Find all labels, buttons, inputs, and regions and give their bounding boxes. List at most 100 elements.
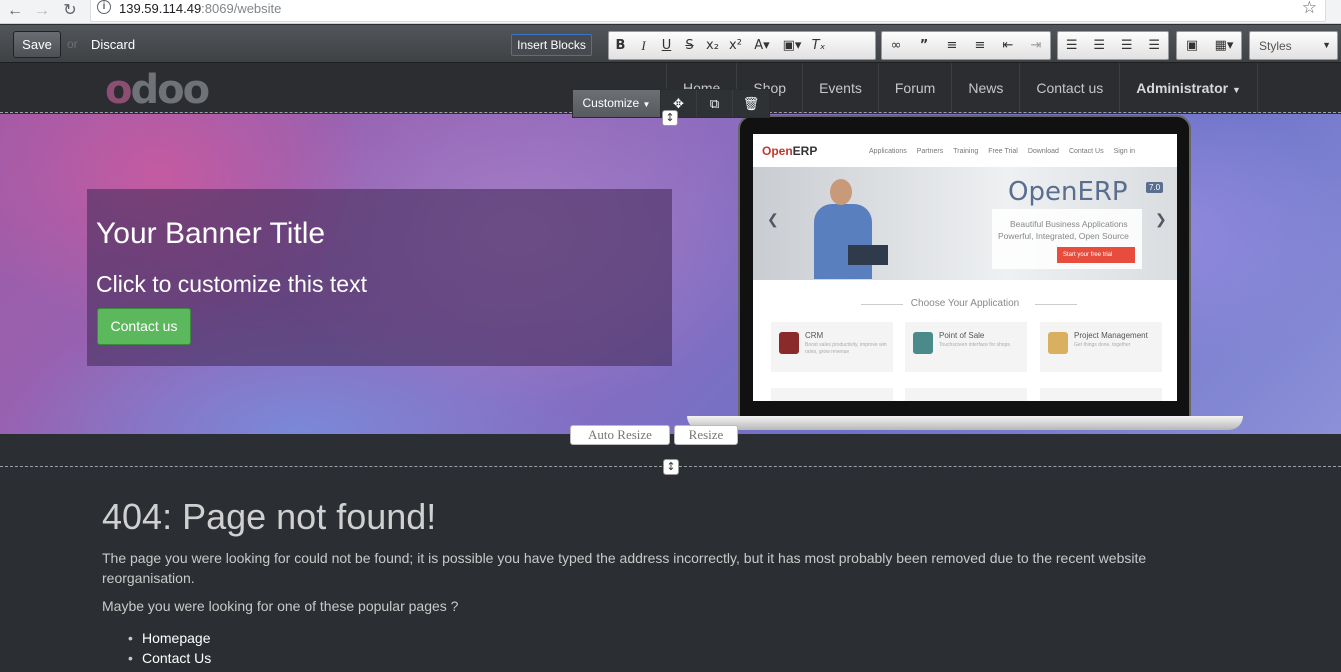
outdent-icon[interactable]: ⇤ <box>994 32 1022 59</box>
person-illustration <box>808 179 888 279</box>
underline-icon[interactable]: U <box>655 32 678 59</box>
paragraph-group: ∞ ” ≡ ≡ ⇤ ⇥ <box>881 31 1051 60</box>
odoo-logo[interactable]: odoo <box>105 67 210 113</box>
auto-resize-button[interactable]: Auto Resize <box>570 425 670 445</box>
superscript-icon[interactable]: x² <box>724 32 747 59</box>
hero-card: Beautiful Business Applications Powerful… <box>992 209 1142 269</box>
discard-button[interactable]: Discard <box>91 37 135 52</box>
subscript-icon[interactable]: x₂ <box>701 32 724 59</box>
align-center-icon[interactable]: ☰ <box>1086 32 1114 59</box>
text-format-group: B I U S x₂ x² A▾ ▣▾ Tₓ <box>608 31 876 60</box>
screen-nav-item: Partners <box>916 148 944 155</box>
reload-icon[interactable]: ↻ <box>60 1 80 21</box>
align-group: ☰ ☰ ☰ ☰ <box>1057 31 1169 60</box>
resize-handle-bottom[interactable]: ↕ <box>663 459 679 475</box>
app-desc: Touchscreen interface for shops <box>939 342 1010 348</box>
forward-arrow-icon[interactable]: → <box>32 1 52 21</box>
screen-nav-item: Applications <box>869 148 907 155</box>
banner-section[interactable]: Your Banner Title Click to customize thi… <box>0 114 1341 434</box>
caret-down-icon: ▼ <box>1231 85 1241 95</box>
bookmark-star-icon[interactable]: ☆ <box>1302 0 1317 18</box>
url-path: :8069/website <box>201 1 282 16</box>
styles-dropdown[interactable]: Styles ▼ <box>1249 31 1338 60</box>
table-icon[interactable]: ▦▾ <box>1207 32 1241 59</box>
clear-format-icon[interactable]: Tₓ <box>807 32 830 59</box>
customize-button[interactable]: Customize ▼ <box>573 90 661 117</box>
menu-item-forum[interactable]: Forum <box>877 63 951 113</box>
choose-line-right <box>1035 304 1077 305</box>
screen-hero: OpenERP 7.0 Beautiful Business Applicati… <box>753 167 1177 280</box>
banner-caption-box[interactable]: Your Banner Title Click to customize thi… <box>87 189 672 366</box>
screen-brand: OpenERP <box>1008 177 1128 207</box>
screen-nav-item: Download <box>1027 148 1059 155</box>
resize-button[interactable]: Resize <box>674 425 738 445</box>
admin-dropdown[interactable]: Administrator ▼ <box>1119 63 1258 113</box>
app-card-row2 <box>905 388 1027 401</box>
insert-blocks-button[interactable]: Insert Blocks <box>511 34 592 56</box>
app-desc: Boost sales productivity, improve win ra… <box>805 342 887 355</box>
menu-item-news[interactable]: News <box>951 63 1019 113</box>
numbered-list-icon[interactable]: ≡ <box>966 32 994 59</box>
choose-app-heading: Choose Your Application <box>910 298 1020 309</box>
app-card-project: Project Management Get things done, toge… <box>1040 322 1162 372</box>
background-color-icon[interactable]: ▣▾ <box>777 32 807 59</box>
chevron-right-icon: ❯ <box>1155 211 1167 227</box>
quote-icon[interactable]: ” <box>910 32 938 59</box>
strikethrough-icon[interactable]: S <box>678 32 701 59</box>
editor-toolbar: Save or Discard Insert Blocks B I U S x₂… <box>0 25 1341 63</box>
laptop-image: OpenERP Applications Partners Training F… <box>738 115 1191 420</box>
popular-pages-list: Homepage Contact Us <box>128 628 211 668</box>
person-laptop <box>848 245 888 265</box>
duplicate-icon[interactable]: ⧉ <box>697 90 733 117</box>
bullet-list-icon[interactable]: ≡ <box>938 32 966 59</box>
link-homepage[interactable]: Homepage <box>128 628 211 648</box>
trash-icon[interactable]: 🗑 <box>733 90 769 117</box>
bold-icon[interactable]: B <box>609 32 632 59</box>
admin-label: Administrator <box>1136 80 1229 96</box>
link-icon[interactable]: ∞ <box>882 32 910 59</box>
tagline-1: Beautiful Business Applications <box>1010 219 1128 229</box>
url-text[interactable]: 139.59.114.49:8069/website <box>119 1 281 16</box>
screen-nav: Applications Partners Training Free Tria… <box>869 148 1135 155</box>
screen-nav-item: Sign in <box>1113 148 1135 155</box>
save-button[interactable]: Save <box>13 31 61 58</box>
pos-icon <box>913 332 933 354</box>
openerp-logo: OpenERP <box>762 144 817 158</box>
italic-icon[interactable]: I <box>632 32 655 59</box>
error-description: The page you were looking for could not … <box>102 550 1147 586</box>
justify-icon[interactable]: ☰ <box>1141 32 1169 59</box>
back-arrow-icon[interactable]: ← <box>5 1 25 21</box>
page-title: 404: Page not found! <box>102 496 437 537</box>
logo-suffix: ERP <box>792 144 818 158</box>
contact-us-button[interactable]: Contact us <box>97 308 191 345</box>
app-desc: Get things done, together <box>1074 342 1131 348</box>
banner-subtitle[interactable]: Click to customize this text <box>96 271 367 298</box>
font-color-icon[interactable]: A▾ <box>747 32 777 59</box>
browser-toolbar: ← → ↻ i 139.59.114.49:8069/website ☆ <box>0 0 1341 24</box>
styles-label: Styles <box>1259 39 1292 53</box>
screen-nav-item: Training <box>953 148 979 155</box>
address-bar[interactable]: i 139.59.114.49:8069/website ☆ <box>90 0 1326 22</box>
banner-title[interactable]: Your Banner Title <box>96 217 325 251</box>
indent-icon[interactable]: ⇥ <box>1022 32 1050 59</box>
person-body <box>814 204 872 279</box>
project-icon <box>1048 332 1068 354</box>
resize-handle-top[interactable]: ↕ <box>662 110 678 126</box>
chevron-down-icon: ▼ <box>1322 40 1331 50</box>
customize-label: Customize <box>582 96 640 110</box>
suggestion-text: Maybe you were looking for one of these … <box>102 598 459 614</box>
menu-item-events[interactable]: Events <box>802 63 878 113</box>
image-icon[interactable]: ▣ <box>1177 32 1207 59</box>
screen-nav-item: Contact Us <box>1068 148 1104 155</box>
laptop-screen: OpenERP Applications Partners Training F… <box>753 134 1177 401</box>
app-title: Project Management <box>1074 331 1148 340</box>
app-card-pos: Point of Sale Touchscreen interface for … <box>905 322 1027 372</box>
version-badge: 7.0 <box>1146 182 1164 193</box>
info-icon[interactable]: i <box>97 0 111 14</box>
link-contact-us[interactable]: Contact Us <box>128 648 211 668</box>
menu-item-contact[interactable]: Contact us <box>1019 63 1119 113</box>
align-right-icon[interactable]: ☰ <box>1113 32 1141 59</box>
align-left-icon[interactable]: ☰ <box>1058 32 1086 59</box>
logo-prefix: Open <box>762 144 793 158</box>
url-host: 139.59.114.49 <box>119 1 202 16</box>
